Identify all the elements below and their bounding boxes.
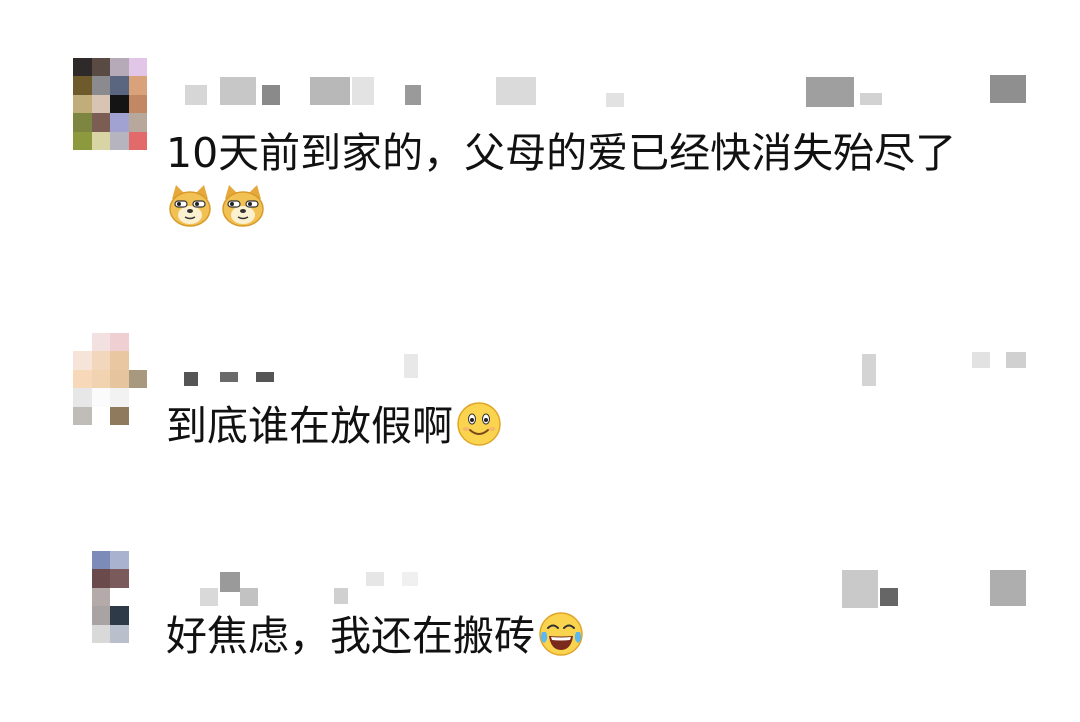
- blurred-username: [0, 55, 1080, 115]
- emoji-row: [166, 181, 267, 233]
- comment-text: 到底谁在放假啊: [166, 400, 503, 452]
- comment-text: 好焦虑，我还在搬砖: [166, 610, 585, 662]
- doge-emoji-icon: [222, 185, 264, 227]
- blurred-username: [0, 548, 1080, 608]
- tears-of-joy-emoji-icon: [539, 612, 583, 656]
- comment-text-body: 到底谁在放假啊: [166, 402, 453, 450]
- comment-text: 10天前到家的，父母的爱已经快消失殆尽了: [166, 129, 957, 177]
- doge-emoji-icon: [169, 185, 211, 227]
- comment-text-body: 好焦虑，我还在搬砖: [166, 612, 535, 660]
- blurred-username: [0, 330, 1080, 390]
- smile-emoji-icon: [457, 402, 501, 446]
